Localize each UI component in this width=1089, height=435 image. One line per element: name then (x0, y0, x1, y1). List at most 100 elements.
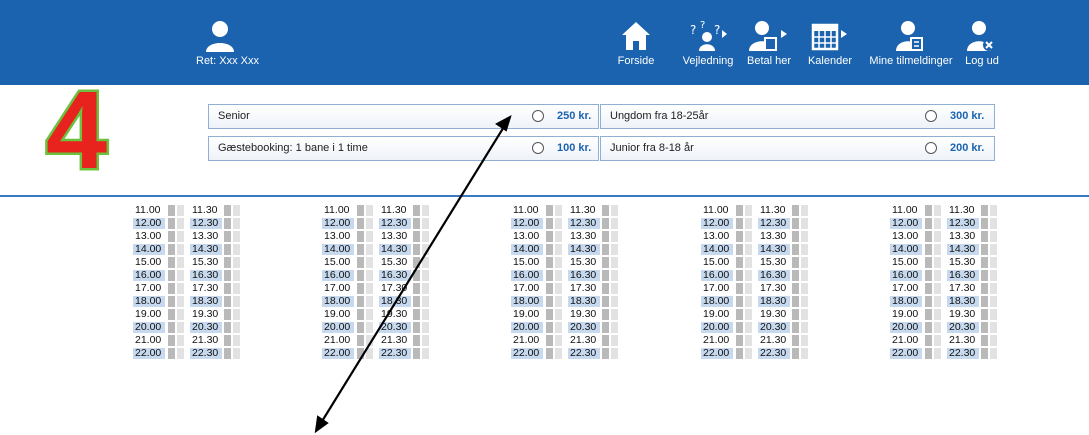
court-cell[interactable] (366, 335, 373, 346)
court-cell[interactable] (611, 270, 618, 281)
time-slot-end[interactable]: 18.30 (947, 296, 979, 307)
price-radio[interactable] (532, 110, 544, 122)
court-cell[interactable] (611, 257, 618, 268)
court-cell[interactable] (736, 322, 743, 333)
court-cell[interactable] (233, 335, 240, 346)
time-slot-start[interactable]: 21.00 (322, 335, 354, 346)
court-cell[interactable] (990, 257, 997, 268)
time-slot-start[interactable]: 21.00 (701, 335, 733, 346)
court-cell[interactable] (357, 205, 364, 216)
time-slot-end[interactable]: 20.30 (190, 322, 222, 333)
price-radio[interactable] (925, 110, 937, 122)
court-cell[interactable] (736, 348, 743, 359)
court-cell[interactable] (168, 205, 175, 216)
court-cell[interactable] (801, 348, 808, 359)
time-slot-start[interactable]: 14.00 (890, 244, 922, 255)
court-cell[interactable] (413, 257, 420, 268)
court-cell[interactable] (801, 257, 808, 268)
time-slot-end[interactable]: 19.30 (190, 309, 222, 320)
court-cell[interactable] (224, 335, 231, 346)
court-cell[interactable] (934, 270, 941, 281)
court-cell[interactable] (981, 231, 988, 242)
court-cell[interactable] (925, 257, 932, 268)
court-cell[interactable] (366, 296, 373, 307)
court-cell[interactable] (736, 309, 743, 320)
court-cell[interactable] (602, 283, 609, 294)
court-cell[interactable] (792, 296, 799, 307)
court-cell[interactable] (413, 244, 420, 255)
court-cell[interactable] (224, 296, 231, 307)
court-cell[interactable] (555, 283, 562, 294)
court-cell[interactable] (224, 231, 231, 242)
court-cell[interactable] (177, 205, 184, 216)
time-slot-end[interactable]: 21.30 (568, 335, 600, 346)
court-cell[interactable] (177, 296, 184, 307)
time-slot-start[interactable]: 11.00 (701, 205, 733, 216)
time-slot-start[interactable]: 12.00 (511, 218, 543, 229)
court-cell[interactable] (611, 283, 618, 294)
time-slot-start[interactable]: 12.00 (133, 218, 165, 229)
nav-log-ud[interactable]: Log ud (960, 14, 1004, 67)
court-cell[interactable] (546, 283, 553, 294)
court-cell[interactable] (224, 283, 231, 294)
time-slot-start[interactable]: 13.00 (133, 231, 165, 242)
time-slot-end[interactable]: 17.30 (190, 283, 222, 294)
court-cell[interactable] (934, 231, 941, 242)
court-cell[interactable] (990, 309, 997, 320)
court-cell[interactable] (177, 335, 184, 346)
court-cell[interactable] (233, 309, 240, 320)
court-cell[interactable] (422, 335, 429, 346)
time-slot-end[interactable]: 19.30 (758, 309, 790, 320)
time-slot-end[interactable]: 13.30 (379, 231, 411, 242)
court-cell[interactable] (546, 322, 553, 333)
time-slot-start[interactable]: 12.00 (701, 218, 733, 229)
time-slot-end[interactable]: 11.30 (947, 205, 979, 216)
court-cell[interactable] (546, 257, 553, 268)
court-cell[interactable] (422, 231, 429, 242)
court-cell[interactable] (366, 244, 373, 255)
court-cell[interactable] (224, 348, 231, 359)
court-cell[interactable] (801, 335, 808, 346)
court-cell[interactable] (792, 218, 799, 229)
court-cell[interactable] (925, 231, 932, 242)
court-cell[interactable] (546, 270, 553, 281)
court-cell[interactable] (736, 257, 743, 268)
time-slot-end[interactable]: 11.30 (190, 205, 222, 216)
court-cell[interactable] (934, 322, 941, 333)
time-slot-end[interactable]: 20.30 (947, 322, 979, 333)
court-cell[interactable] (981, 309, 988, 320)
time-slot-end[interactable]: 16.30 (379, 270, 411, 281)
court-cell[interactable] (934, 218, 941, 229)
court-cell[interactable] (233, 296, 240, 307)
time-slot-start[interactable]: 15.00 (701, 257, 733, 268)
time-slot-start[interactable]: 16.00 (890, 270, 922, 281)
court-cell[interactable] (611, 348, 618, 359)
time-slot-end[interactable]: 12.30 (758, 218, 790, 229)
court-cell[interactable] (925, 283, 932, 294)
court-cell[interactable] (224, 322, 231, 333)
court-cell[interactable] (745, 296, 752, 307)
court-cell[interactable] (990, 348, 997, 359)
court-cell[interactable] (422, 296, 429, 307)
court-cell[interactable] (736, 205, 743, 216)
nav-mine-tilmeldinger[interactable]: Mine tilmeldinger (864, 14, 958, 67)
court-cell[interactable] (792, 322, 799, 333)
time-slot-end[interactable]: 19.30 (947, 309, 979, 320)
court-cell[interactable] (177, 218, 184, 229)
court-cell[interactable] (602, 322, 609, 333)
time-slot-end[interactable]: 22.30 (947, 348, 979, 359)
court-cell[interactable] (422, 283, 429, 294)
time-slot-start[interactable]: 11.00 (322, 205, 354, 216)
time-slot-start[interactable]: 14.00 (511, 244, 543, 255)
court-cell[interactable] (792, 283, 799, 294)
court-cell[interactable] (981, 257, 988, 268)
court-cell[interactable] (602, 218, 609, 229)
time-slot-end[interactable]: 22.30 (758, 348, 790, 359)
court-cell[interactable] (357, 257, 364, 268)
court-cell[interactable] (990, 218, 997, 229)
time-slot-end[interactable]: 16.30 (568, 270, 600, 281)
court-cell[interactable] (422, 205, 429, 216)
court-cell[interactable] (555, 257, 562, 268)
court-cell[interactable] (422, 257, 429, 268)
time-slot-start[interactable]: 16.00 (322, 270, 354, 281)
